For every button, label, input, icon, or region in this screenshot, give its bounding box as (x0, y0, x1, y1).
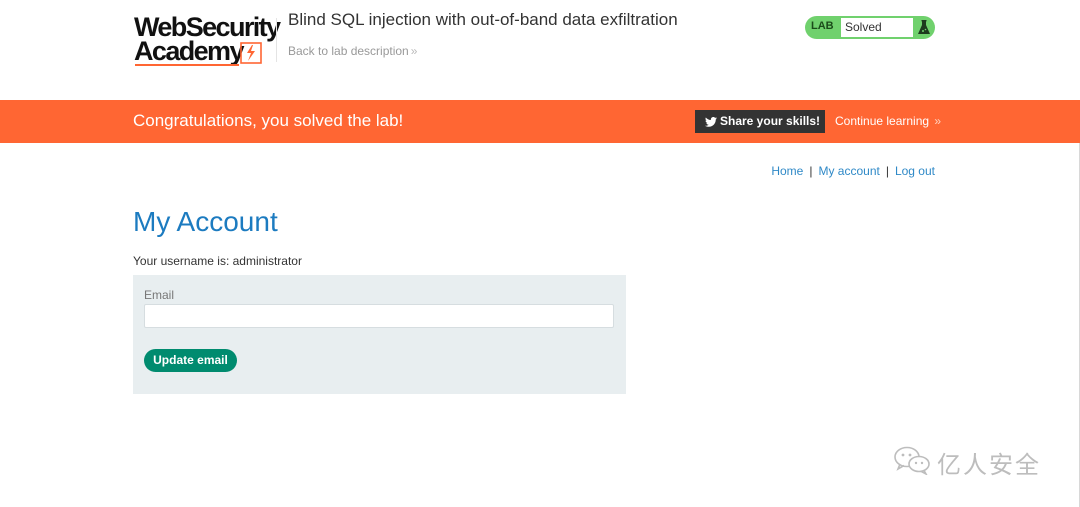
flask-icon (918, 20, 930, 34)
account-nav: Home | My account | Log out (771, 164, 935, 178)
email-input[interactable] (144, 304, 614, 328)
lab-tag: LAB (811, 20, 834, 32)
lab-title: Blind SQL injection with out-of-band dat… (288, 10, 678, 29)
username-text: Your username is: administrator (133, 254, 302, 268)
web-security-academy-logo[interactable]: WebSecurity Academy (134, 14, 281, 66)
share-your-skills-button[interactable]: Share your skills! (695, 110, 825, 133)
nav-log-out-link[interactable]: Log out (895, 164, 935, 178)
wechat-icon (894, 446, 930, 475)
continue-learning-label: Continue learning (835, 114, 930, 128)
lightning-bolt-icon (240, 42, 262, 64)
nav-separator: | (809, 164, 813, 178)
nav-separator: | (885, 164, 889, 178)
back-link-label: Back to lab description (288, 44, 409, 58)
twitter-icon (705, 116, 717, 127)
nav-home-link[interactable]: Home (771, 164, 803, 178)
page-title: My Account (133, 206, 278, 237)
header-divider (276, 18, 277, 62)
nav-my-account-link[interactable]: My account (818, 164, 879, 178)
watermark-text: 亿人安全 (937, 451, 1041, 479)
lab-status-text: Solved (841, 18, 913, 37)
double-chevron-right-icon: » (931, 114, 942, 128)
email-label: Email (144, 288, 175, 302)
update-email-form: Email Update email (133, 275, 626, 394)
share-button-label: Share your skills! (720, 114, 821, 128)
lab-status-badge: LAB Solved (805, 16, 935, 39)
congratulations-banner: Congratulations, you solved the lab! Sha… (0, 100, 1080, 143)
continue-learning-link[interactable]: Continue learning » (835, 114, 941, 128)
double-chevron-right-icon: » (410, 44, 418, 58)
logo-text-line2: Academy (134, 36, 244, 66)
header: WebSecurity Academy Blind SQL injection … (0, 0, 1080, 100)
update-email-button[interactable]: Update email (144, 349, 237, 372)
banner-message: Congratulations, you solved the lab! (133, 111, 404, 130)
back-to-lab-description-link[interactable]: Back to lab description» (288, 44, 417, 58)
logo-underline (135, 64, 239, 66)
